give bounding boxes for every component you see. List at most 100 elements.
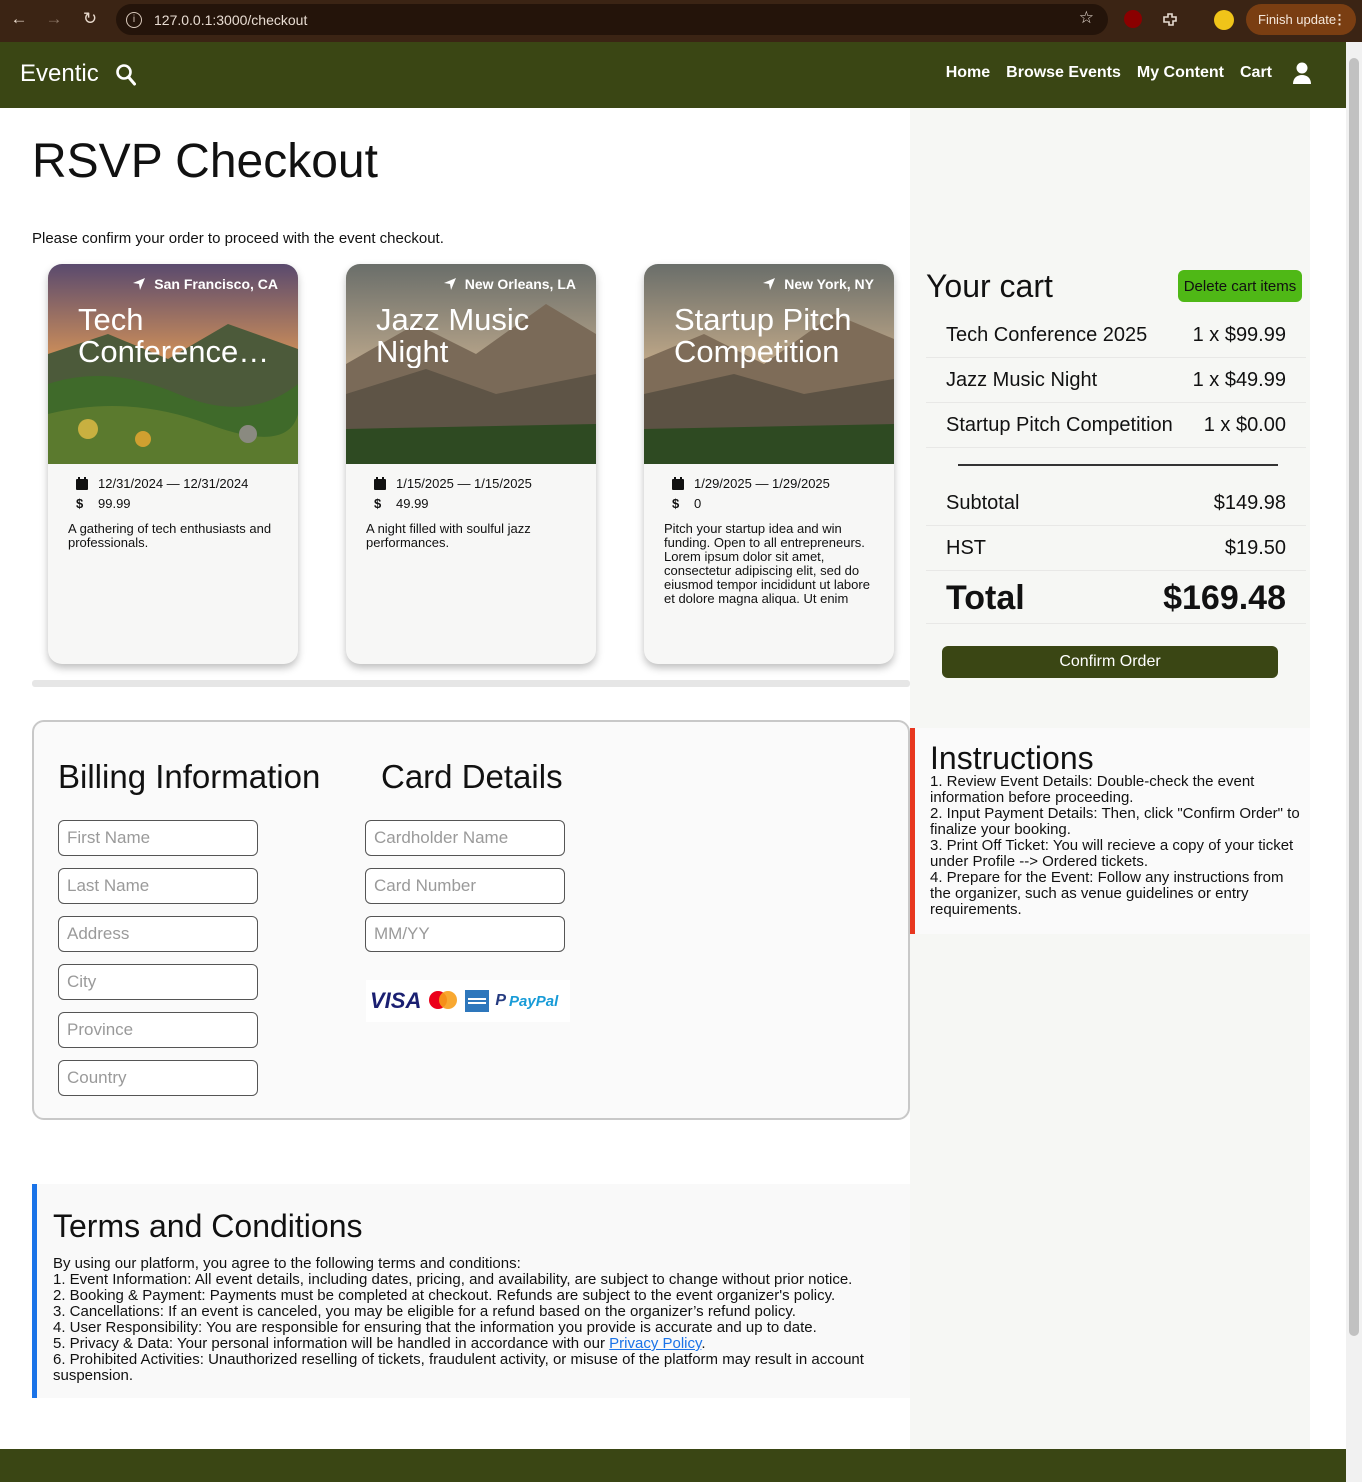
tax-label: HST [946, 537, 986, 559]
user-icon[interactable] [1292, 62, 1312, 86]
cart-separator [958, 464, 1278, 466]
instruction-line: 3. Print Off Ticket: You will recieve a … [930, 837, 1294, 870]
event-title: Tech Conference… [78, 304, 270, 368]
payment-logos: VISA P PayPal [366, 980, 570, 1022]
terms-line: 3. Cancellations: If an event is cancele… [53, 1303, 796, 1320]
total-label: Total [946, 579, 1025, 617]
terms-heading: Terms and Conditions [53, 1208, 363, 1244]
nav-browse-events[interactable]: Browse Events [1006, 64, 1121, 82]
privacy-policy-link[interactable]: Privacy Policy [609, 1335, 701, 1352]
subtotal-value: $149.98 [1213, 492, 1286, 514]
cart-item-price: 1 x $0.00 [1203, 414, 1286, 436]
calendar-icon [76, 477, 88, 490]
instruction-line: 4. Prepare for the Event: Follow any ins… [930, 869, 1284, 918]
event-title: Startup Pitch Competition [674, 304, 852, 368]
address-field[interactable]: Address [58, 916, 258, 952]
subtotal-row: Subtotal $149.98 [926, 482, 1306, 526]
cart-item: Tech Conference 2025 1 x $99.99 [926, 314, 1306, 358]
event-price: $ 0 [672, 496, 702, 511]
first-name-field[interactable]: First Name [58, 820, 258, 856]
instructions-heading: Instructions [930, 740, 1094, 776]
visa-logo: VISA [370, 988, 422, 1013]
expiry-field[interactable]: MM/YY [365, 916, 565, 952]
event-price: $ 99.99 [76, 496, 131, 511]
event-price: $ 49.99 [374, 496, 429, 511]
delete-cart-button[interactable]: Delete cart items [1178, 270, 1302, 302]
country-field[interactable]: Country [58, 1060, 258, 1096]
billing-form: Billing Information Card Details First N… [32, 720, 910, 1120]
finish-update-label: Finish update [1258, 12, 1337, 27]
site-info-icon[interactable]: i [126, 11, 142, 28]
event-card[interactable]: San Francisco, CA Tech Conference… 12/31… [48, 264, 298, 664]
scrollbar-thumb[interactable] [1349, 58, 1359, 1336]
dollar-icon: $ [672, 496, 680, 511]
terms-section: Terms and Conditions By using our platfo… [32, 1184, 910, 1398]
dollar-icon: $ [76, 496, 84, 511]
event-title: Jazz Music Night [376, 304, 530, 368]
event-card[interactable]: New York, NY Startup Pitch Competition 1… [644, 264, 894, 664]
browser-toolbar: ← → ↻ i 127.0.0.1:3000/checkout ☆ Finish… [0, 0, 1362, 42]
paypal-logo: P PayPal [495, 992, 559, 1010]
cart-item-name: Tech Conference 2025 [946, 324, 1148, 346]
city-field[interactable]: City [58, 964, 258, 1000]
cardholder-name-field[interactable]: Cardholder Name [365, 820, 565, 856]
search-icon[interactable] [116, 64, 136, 86]
nav-my-content[interactable]: My Content [1137, 64, 1224, 82]
location-arrow-icon [133, 278, 146, 290]
nav-cart[interactable]: Cart [1240, 64, 1272, 82]
page-footer [0, 1449, 1346, 1482]
finish-update-button[interactable]: Finish update ⋮ [1246, 4, 1356, 35]
cart-item-price: 1 x $49.99 [1192, 369, 1286, 391]
instructions-body: 1. Review Event Details: Double-check th… [930, 774, 1302, 918]
card-number-field[interactable]: Card Number [365, 868, 565, 904]
cart-item: Startup Pitch Competition 1 x $0.00 [926, 404, 1306, 448]
event-dates: 12/31/2024 — 12/31/2024 [76, 476, 248, 491]
dollar-icon: $ [374, 496, 382, 511]
instructions-panel: Instructions 1. Review Event Details: Do… [910, 728, 1310, 934]
mastercard-logo [429, 991, 458, 1009]
nav-home[interactable]: Home [946, 64, 990, 82]
brand-logo[interactable]: Eventic [20, 60, 99, 88]
event-dates: 1/15/2025 — 1/15/2025 [374, 476, 532, 491]
cart-item-name: Startup Pitch Competition [946, 414, 1173, 436]
cart-item-price: 1 x $99.99 [1192, 324, 1286, 346]
subtotal-label: Subtotal [946, 492, 1020, 514]
event-description: A gathering of tech enthusiasts and prof… [68, 522, 272, 550]
tax-value: $19.50 [1224, 537, 1286, 559]
total-value: $169.48 [1163, 579, 1286, 617]
forward-icon[interactable]: → [43, 8, 65, 30]
terms-line: 4. User Responsibility: You are responsi… [53, 1319, 817, 1336]
terms-line: 5. Privacy & Data: Your personal informa… [53, 1335, 706, 1352]
back-icon[interactable]: ← [8, 8, 30, 30]
province-field[interactable]: Province [58, 1012, 258, 1048]
calendar-icon [672, 477, 684, 490]
event-description: Pitch your startup idea and win funding.… [664, 522, 870, 606]
card-heading: Card Details [381, 758, 563, 795]
terms-line: 2. Booking & Payment: Payments must be c… [53, 1287, 836, 1304]
bookmark-star-icon[interactable]: ☆ [1079, 8, 1094, 28]
total-row: Total $169.48 [926, 574, 1306, 624]
instruction-line: 2. Input Payment Details: Then, click "C… [930, 805, 1300, 838]
page-title: RSVP Checkout [32, 135, 378, 188]
event-dates: 1/29/2025 — 1/29/2025 [672, 476, 830, 491]
event-description: A night filled with soulful jazz perform… [366, 522, 531, 550]
instruction-line: 1. Review Event Details: Double-check th… [930, 773, 1255, 806]
address-bar[interactable]: i 127.0.0.1:3000/checkout ☆ [116, 4, 1108, 35]
cart-item-name: Jazz Music Night [946, 369, 1098, 391]
extensions-icon[interactable] [1161, 10, 1181, 30]
calendar-icon [374, 477, 386, 490]
cart-item: Jazz Music Night 1 x $49.99 [926, 359, 1306, 403]
ublock-icon[interactable] [1124, 10, 1142, 28]
reload-icon[interactable]: ↻ [79, 8, 101, 30]
last-name-field[interactable]: Last Name [58, 868, 258, 904]
event-location: New Orleans, LA [443, 276, 576, 292]
location-arrow-icon [763, 278, 776, 290]
terms-body: By using our platform, you agree to the … [53, 1256, 893, 1384]
menu-dots-icon: ⋮ [1333, 11, 1346, 27]
confirm-order-button[interactable]: Confirm Order [942, 646, 1278, 678]
event-card[interactable]: New Orleans, LA Jazz Music Night 1/15/20… [346, 264, 596, 664]
billing-heading: Billing Information [58, 758, 321, 795]
terms-line: 6. Prohibited Activities: Unauthorized r… [53, 1351, 864, 1384]
profile-avatar[interactable] [1214, 10, 1234, 30]
cart-heading: Your cart [926, 268, 1053, 304]
